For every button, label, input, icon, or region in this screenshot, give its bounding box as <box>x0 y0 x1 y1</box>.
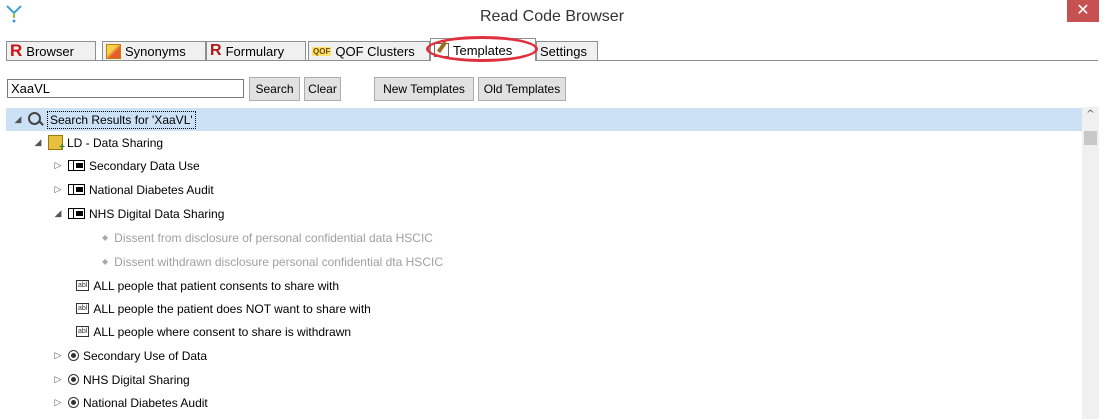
expand-icon[interactable]: ▷ <box>52 374 64 385</box>
template-icon <box>68 184 85 195</box>
r-icon: R <box>10 41 23 60</box>
collapse-icon[interactable]: ◢ <box>32 137 44 148</box>
tab-label: QOF Clusters <box>335 43 415 59</box>
new-templates-button[interactable]: New Templates <box>374 77 474 101</box>
tree-leaf[interactable]: ◆ Dissent withdrawn disclosure personal … <box>6 250 1082 273</box>
scroll-thumb[interactable] <box>1084 131 1097 145</box>
tree-label: NHS Digital Data Sharing <box>89 206 225 221</box>
folder-add-icon <box>48 135 65 153</box>
tree-label: Dissent withdrawn disclosure personal co… <box>114 254 443 269</box>
tree-label: Secondary Data Use <box>89 158 200 173</box>
template-icon <box>68 160 85 171</box>
collapse-icon[interactable]: ◢ <box>52 208 64 219</box>
tab-label: Browser <box>26 43 74 59</box>
expand-icon[interactable]: ▷ <box>52 160 64 171</box>
tree-label: NHS Digital Sharing <box>83 372 190 387</box>
expand-icon[interactable]: ▷ <box>52 350 64 361</box>
tree-label: Search Results for 'XaaVL' <box>47 110 196 129</box>
tree-node[interactable]: ▷ National Diabetes Audit <box>6 391 1082 414</box>
radio-icon <box>68 397 79 408</box>
tree-node[interactable]: ▷ Secondary Data Use <box>6 154 1082 177</box>
tree-leaf[interactable]: abl ALL people the patient does NOT want… <box>6 297 1082 320</box>
search-input[interactable] <box>7 79 244 98</box>
tree-label: Secondary Use of Data <box>83 348 208 363</box>
tree-label: ALL people that patient consents to shar… <box>93 278 340 293</box>
radio-icon <box>68 374 79 385</box>
text-field-icon: abl <box>76 303 90 314</box>
template-icon <box>68 208 85 219</box>
tree-label: National Diabetes Audit <box>89 182 214 197</box>
clear-button[interactable]: Clear <box>304 77 341 101</box>
bullet-icon: ◆ <box>102 257 109 266</box>
synonyms-icon <box>106 43 121 59</box>
tab-label: Settings <box>540 43 587 59</box>
results-tree[interactable]: ◢ Search Results for 'XaaVL' ◢ LD - Data… <box>6 107 1082 419</box>
tree-label: National Diabetes Audit <box>83 395 208 410</box>
close-button[interactable]: ✕ <box>1067 0 1099 22</box>
formulary-icon: R <box>210 42 222 59</box>
tree-label: ALL people where consent to share is wit… <box>93 324 352 339</box>
tree-node[interactable]: ▷ National Diabetes Audit <box>6 178 1082 201</box>
expand-icon[interactable]: ▷ <box>52 184 64 195</box>
expand-icon[interactable]: ▷ <box>52 397 64 408</box>
tree-node-group[interactable]: ◢ LD - Data Sharing <box>6 131 1082 154</box>
tree-node[interactable]: ▷ NHS Digital Sharing <box>6 368 1082 391</box>
search-icon <box>28 112 43 127</box>
collapse-icon[interactable]: ◢ <box>12 114 24 125</box>
highlight-annotation <box>426 36 538 62</box>
old-templates-button[interactable]: Old Templates <box>478 77 566 101</box>
radio-icon <box>68 350 79 361</box>
search-button[interactable]: Search <box>249 77 300 101</box>
tab-label: Formulary <box>225 43 285 59</box>
tree-node[interactable]: ▷ Secondary Use of Data <box>6 344 1082 367</box>
tab-settings[interactable]: Settings <box>536 41 598 60</box>
tree-leaf[interactable]: abl ALL people that patient consents to … <box>6 274 1082 297</box>
tree-label: Dissent from disclosure of personal conf… <box>114 230 433 245</box>
tree-leaf[interactable]: ◆ Dissent from disclosure of personal co… <box>6 226 1082 249</box>
vertical-scrollbar[interactable]: ^ <box>1082 107 1099 419</box>
scroll-up-icon[interactable]: ^ <box>1082 109 1099 123</box>
bullet-icon: ◆ <box>102 233 109 242</box>
tree-label: ALL people the patient does NOT want to … <box>93 301 371 316</box>
window-title: Read Code Browser <box>479 8 625 25</box>
tab-synonyms[interactable]: Synonyms <box>102 41 206 60</box>
tab-qof-clusters[interactable]: QOF QOF Clusters <box>308 41 430 60</box>
tab-bar: R Browser Synonyms R Formulary QOF QOF C… <box>6 38 1098 61</box>
tree-node[interactable]: ◢ NHS Digital Data Sharing <box>6 202 1082 225</box>
text-field-icon: abl <box>76 326 90 337</box>
text-field-icon: abl <box>76 280 90 291</box>
title-bar: Read Code Browser ✕ <box>0 0 1104 36</box>
tree-leaf[interactable]: abl ALL people where consent to share is… <box>6 320 1082 343</box>
tab-formulary[interactable]: R Formulary <box>206 41 306 60</box>
tree-label: LD - Data Sharing <box>67 135 164 150</box>
tab-label: Synonyms <box>125 43 186 59</box>
qof-icon: QOF <box>312 46 332 56</box>
tree-root[interactable]: ◢ Search Results for 'XaaVL' <box>6 108 1082 131</box>
tab-browser[interactable]: R Browser <box>6 41 96 60</box>
